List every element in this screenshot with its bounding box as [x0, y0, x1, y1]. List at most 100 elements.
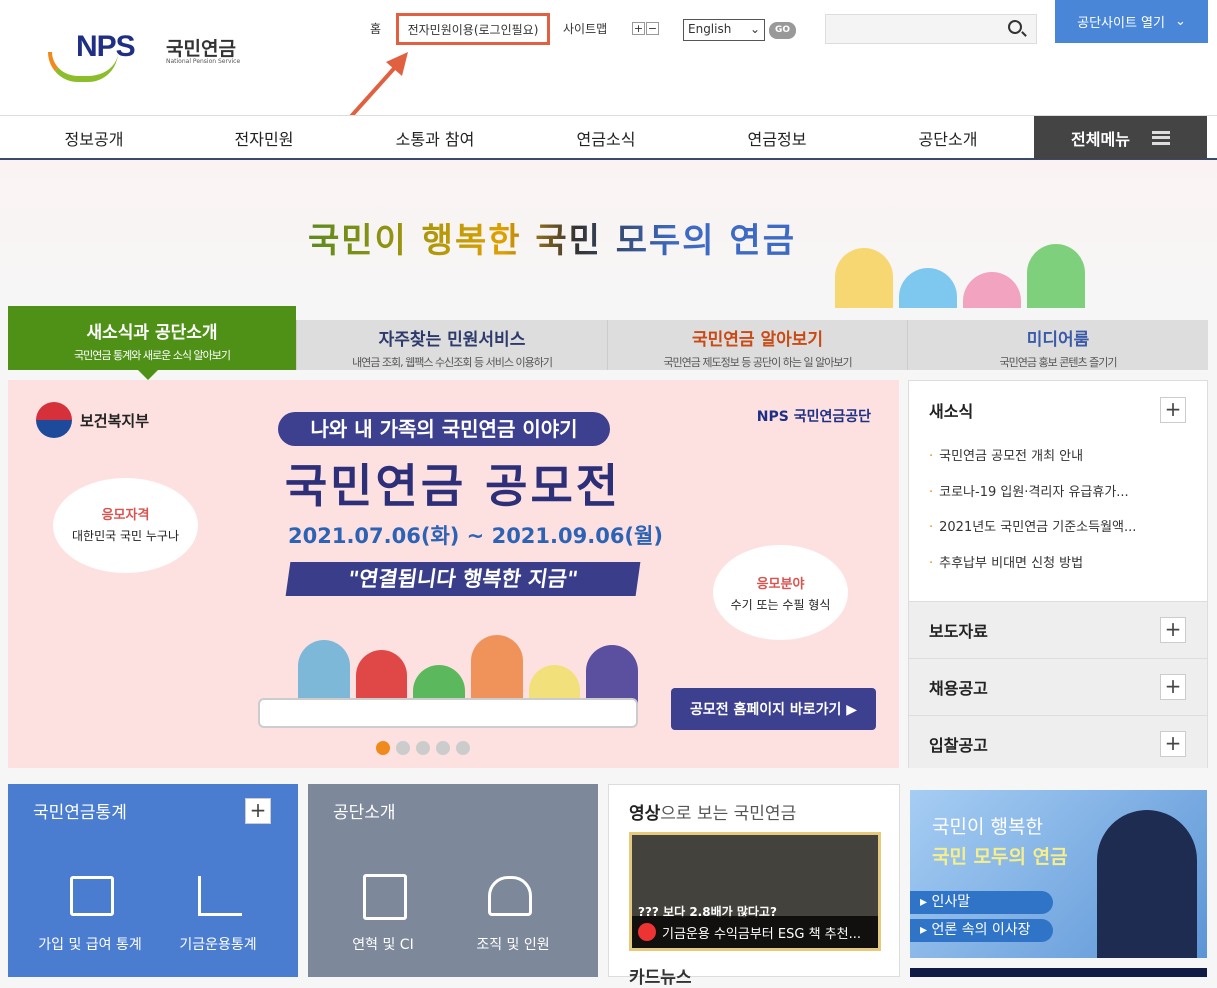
section-title: 채용공고 [929, 679, 988, 698]
news-item[interactable]: 코로나-19 입원·격리자 유급휴가... [929, 481, 1129, 500]
news-item[interactable]: 추후납부 비대면 신청 방법 [929, 552, 1083, 571]
tab-services[interactable]: 자주찾는 민원서비스내연금 조회, 웹팩스 수신조회 등 서비스 이용하기 [296, 320, 607, 370]
slide-dot[interactable] [456, 741, 470, 755]
ministry-name: 보건복지부 [80, 411, 150, 430]
bid-section[interactable]: 입찰공고 + [909, 715, 1207, 768]
next-banner [910, 968, 1207, 977]
about-link[interactable]: 조직 및 인원 [453, 934, 573, 954]
greeting-link[interactable]: ▸ 인사말 [910, 891, 1053, 914]
tab-news-about[interactable]: 새소식과 공단소개국민연금 통계와 새로운 소식 알아보기 [8, 306, 296, 380]
banner-date: 2021.07.06(화) ~ 2021.09.06(월) [288, 524, 663, 548]
box-title[interactable]: 국민연금통계 [33, 798, 127, 823]
bar-chart-icon [198, 876, 242, 916]
eligibility-bubble: 응모자격 대한민국 국민 누구나 [53, 478, 198, 573]
tab-learn[interactable]: 국민연금 알아보기국민연금 제도정보 등 공단이 하는 일 알아보기 [607, 320, 907, 370]
logo-eng: National Pension Service [166, 58, 241, 65]
slide-dot[interactable] [396, 741, 410, 755]
slide-indicators [376, 741, 470, 755]
ministry-logo: 보건복지부 [36, 402, 149, 438]
banner-title: 국민연금 공모전 [284, 459, 622, 513]
tab-title: 국민연금 알아보기 [691, 330, 824, 350]
tab-title: 자주찾는 민원서비스 [378, 330, 526, 350]
people-icon [488, 876, 532, 916]
go-button[interactable]: GO [769, 22, 796, 39]
plus-icon[interactable]: + [1160, 397, 1186, 423]
site-open-button[interactable]: 공단사이트 열기 ⌄ [1055, 0, 1208, 43]
tab-media[interactable]: 미디어룸국민연금 홍보 콘텐츠 즐기기 [907, 320, 1208, 370]
sitemap-link[interactable]: 사이트맵 [563, 20, 607, 37]
box-title[interactable]: 공단소개 [333, 798, 396, 823]
bubble-title: 응모자격 [101, 508, 150, 523]
link-label: 인사말 [931, 894, 971, 910]
section-title: 보도자료 [929, 622, 988, 641]
site-open-label: 공단사이트 열기 [1077, 16, 1165, 31]
tab-sub: 국민연금 통계와 새로운 소식 알아보기 [74, 349, 231, 362]
hamburger-icon [1151, 130, 1170, 145]
news-item[interactable]: 2021년도 국민연금 기준소득월액... [929, 516, 1136, 535]
nav-item[interactable]: 공단소개 [878, 126, 1018, 150]
news-item[interactable]: 국민연금 공모전 개최 안내 [929, 445, 1083, 464]
cardnews-title[interactable]: 카드뉴스 [629, 963, 692, 988]
contest-banner[interactable]: 보건복지부 NPS 국민연금공단 나와 내 가족의 국민연금 이야기 국민연금 … [8, 380, 899, 768]
tab-title: 새소식과 공단소개 [86, 323, 218, 343]
banner-catchphrase: "연결됩니다 행복한 지금" [285, 562, 641, 596]
nav-item[interactable]: 전자민원 [194, 126, 334, 150]
stats-link[interactable]: 기금운용통계 [158, 934, 278, 954]
font-zoom: + − [632, 22, 659, 35]
family-illustration [835, 240, 1085, 308]
slide-dot[interactable] [416, 741, 430, 755]
plus-icon[interactable]: + [1160, 731, 1186, 757]
tab-sub: 국민연금 홍보 콘텐츠 즐기기 [999, 356, 1118, 369]
search-input[interactable] [825, 14, 1037, 44]
nav-item[interactable]: 정보공개 [24, 126, 164, 150]
nav-item[interactable]: 연금정보 [707, 126, 847, 150]
ceo-quote-1: 국민이 행복한 [932, 816, 1043, 838]
press-section[interactable]: 보도자료 + [909, 601, 1207, 658]
play-icon[interactable] [638, 923, 656, 941]
plus-icon[interactable]: + [245, 798, 271, 824]
title-rest: 으로 보는 국민연금 [660, 804, 797, 824]
plus-icon[interactable]: + [1160, 617, 1186, 643]
zoom-in-button[interactable]: + [632, 22, 645, 35]
all-menu-button[interactable]: 전체메뉴 [1034, 116, 1207, 159]
content-tabs: 새소식과 공단소개국민연금 통계와 새로운 소식 알아보기 자주찾는 민원서비스… [8, 306, 1208, 380]
press-ceo-link[interactable]: ▸ 언론 속의 이사장 [910, 919, 1053, 942]
tab-title: 미디어룸 [1026, 330, 1090, 350]
video-thumbnail[interactable]: ??? 보다 2.8배가 많다고? 기금운용 수익금부터 ESG 책 추천... [629, 832, 881, 951]
tab-sub: 국민연금 제도정보 등 공단이 하는 일 알아보기 [663, 356, 852, 369]
news-title[interactable]: 새소식 [929, 398, 973, 422]
monitor-icon [70, 876, 114, 916]
pension-stats-box: 국민연금통계 + 가입 및 급여 통계 기금운용통계 [8, 784, 298, 977]
stats-link[interactable]: 가입 및 급여 통계 [30, 934, 150, 954]
category-bubble: 응모분야수기 또는 수필 형식 [713, 545, 848, 640]
slide-dot[interactable] [436, 741, 450, 755]
main-nav: 정보공개 전자민원 소통과 참여 연금소식 연금정보 공단소개 전체메뉴 [0, 115, 1217, 160]
hero-slogan: 국민이 행복한 국민 모두의 연금 [308, 213, 796, 262]
language-value: English [688, 22, 732, 36]
header: NPS 국민연금 National Pension Service 홈 전자민원… [0, 0, 1217, 115]
about-link[interactable]: 연혁 및 CI [323, 934, 443, 954]
slide-dot[interactable] [376, 741, 390, 755]
plus-icon[interactable]: + [1160, 674, 1186, 700]
bubble-title: 응모분야 [756, 577, 805, 592]
logo-kor: 국민연금 [166, 38, 236, 60]
nav-item[interactable]: 소통과 참여 [365, 126, 505, 150]
taegeuk-icon [36, 402, 72, 438]
chevron-down-icon: ⌄ [1174, 14, 1186, 29]
about-box: 공단소개 연혁 및 CI 조직 및 인원 [308, 784, 598, 977]
ceo-quote-2: 국민 모두의 연금 [932, 846, 1068, 868]
nav-item[interactable]: 연금소식 [536, 126, 676, 150]
nps-logo[interactable]: NPS 국민연금 National Pension Service [46, 30, 246, 85]
language-select[interactable]: English ⌄ [683, 19, 765, 41]
search-icon[interactable] [1008, 20, 1022, 34]
tab-sub: 내연금 조회, 웹팩스 수신조회 등 서비스 이용하기 [352, 356, 553, 369]
recruit-section[interactable]: 채용공고 + [909, 658, 1207, 715]
all-menu-label: 전체메뉴 [1071, 129, 1130, 149]
bubble-text: 수기 또는 수필 형식 [730, 598, 831, 612]
chevron-down-icon: ⌄ [749, 22, 760, 36]
ceo-banner: 국민이 행복한 국민 모두의 연금 ▸ 인사말 ▸ 언론 속의 이사장 [910, 790, 1207, 958]
zoom-out-button[interactable]: − [646, 22, 659, 35]
ceo-photo [1097, 810, 1197, 958]
contest-homepage-button[interactable]: 공모전 홈페이지 바로가기 ▶ [671, 688, 876, 730]
home-link[interactable]: 홈 [370, 20, 381, 37]
